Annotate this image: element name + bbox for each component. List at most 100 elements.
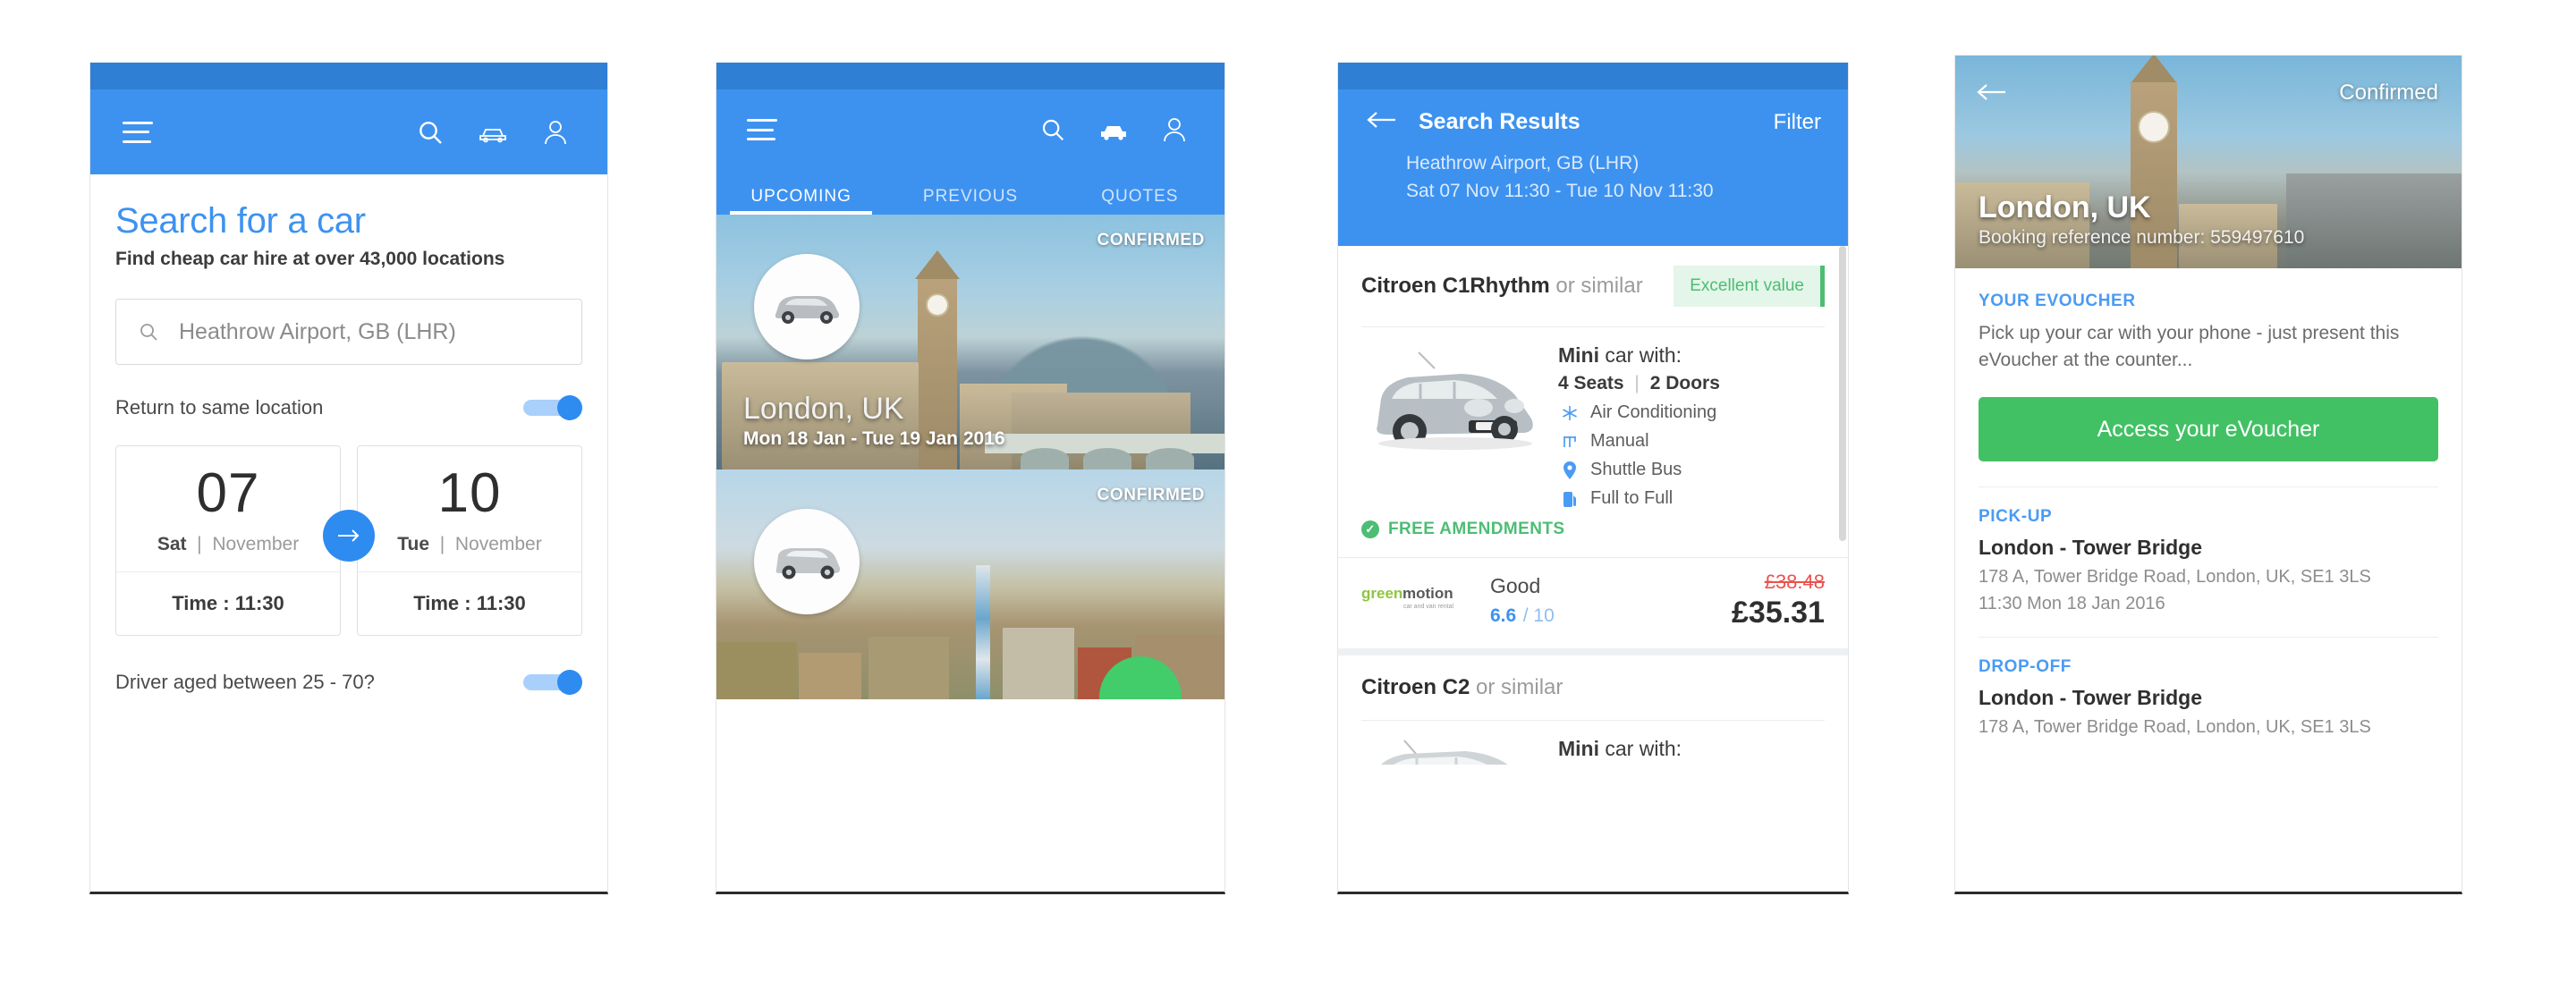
booking-card[interactable]: CONFIRMED bbox=[716, 469, 1224, 699]
van-icon bbox=[775, 548, 841, 579]
gearstick-icon bbox=[1558, 433, 1581, 451]
scrollbar[interactable] bbox=[1839, 246, 1846, 541]
snowflake-icon bbox=[1558, 404, 1581, 422]
car-thumbnail bbox=[754, 254, 860, 359]
car-image bbox=[1377, 351, 1533, 450]
check-icon: ✓ bbox=[1361, 520, 1379, 538]
search-summary: Heathrow Airport, GB (LHR) Sat 07 Nov 11… bbox=[1338, 135, 1848, 205]
search-icon[interactable] bbox=[411, 114, 450, 150]
booking-city-info: London, UK Mon 18 Jan - Tue 19 Jan 2016 bbox=[743, 392, 1005, 450]
driver-age-toggle[interactable] bbox=[523, 670, 582, 695]
pickup-month: November bbox=[212, 534, 300, 554]
rating-score-line: 6.6 / 10 bbox=[1490, 600, 1555, 628]
booking-city: London, UK bbox=[743, 392, 904, 426]
booking-card[interactable]: CONFIRMED London, UK Mon 18 Jan - Tue 19… bbox=[716, 215, 1224, 469]
dropoff-weekday: Tue bbox=[397, 534, 430, 554]
car-specs: Mini car with: 4 Seats | 2 Doors Air Con… bbox=[1549, 343, 1825, 509]
car-photo bbox=[1361, 343, 1549, 509]
page-title: Search for a car bbox=[115, 201, 366, 241]
arrow-left-icon[interactable] bbox=[1975, 82, 2009, 106]
search-location: Heathrow Airport, GB (LHR) bbox=[1406, 153, 1640, 173]
filter-button[interactable]: Filter bbox=[1774, 110, 1821, 135]
tab-previous[interactable]: PREVIOUS bbox=[886, 170, 1055, 215]
greenmotion-logo: green motion car and van rental bbox=[1361, 585, 1453, 610]
dropoff-weekday-month: Tue | November bbox=[358, 534, 581, 555]
tab-upcoming[interactable]: UPCOMING bbox=[716, 170, 886, 215]
supplier-rating: Good 6.6 / 10 bbox=[1490, 574, 1555, 628]
pickup-day: 07 bbox=[196, 462, 260, 524]
car-icon[interactable] bbox=[1094, 112, 1133, 148]
location-value: Heathrow Airport, GB (LHR) bbox=[179, 318, 456, 344]
hamburger-icon[interactable] bbox=[123, 121, 153, 143]
pickup-time[interactable]: Time : 11:30 bbox=[116, 572, 340, 635]
arrow-left-icon[interactable] bbox=[1365, 110, 1399, 134]
booking-city: London, UK bbox=[1979, 190, 2151, 224]
rowhouse-shape bbox=[799, 653, 861, 699]
pickup-section: PICK-UP London - Tower Bridge 178 A, Tow… bbox=[1979, 487, 2438, 617]
spire-shape bbox=[976, 565, 990, 699]
rating-max: / 10 bbox=[1522, 605, 1555, 626]
toggle-knob bbox=[557, 670, 582, 695]
status-bar bbox=[1338, 63, 1848, 89]
dropoff-time[interactable]: Time : 11:30 bbox=[358, 572, 581, 635]
hero-info: London, UK Booking reference number: 559… bbox=[1979, 190, 2304, 249]
fuel-icon bbox=[1558, 489, 1581, 509]
dropoff-separator: | bbox=[434, 534, 451, 554]
page-title: Search Results bbox=[1419, 109, 1580, 134]
results-list[interactable]: Citroen C1Rhythm or similar Excellent va… bbox=[1338, 246, 1848, 765]
result-card[interactable]: Citroen C1Rhythm or similar Excellent va… bbox=[1338, 246, 1848, 655]
car-photo bbox=[1361, 737, 1549, 765]
booking-reference: Booking reference number: 559497610 bbox=[1979, 227, 2305, 248]
account-icon[interactable] bbox=[1155, 112, 1194, 148]
rating-word: Good bbox=[1490, 573, 1541, 597]
pickup-date-top: 07 Sat | November bbox=[116, 446, 340, 571]
app-bar bbox=[90, 89, 607, 174]
booking-dates: Mon 18 Jan - Tue 19 Jan 2016 bbox=[743, 428, 1005, 449]
result-card[interactable]: Citroen C2 or similar Mini car with: bbox=[1338, 655, 1848, 765]
return-same-location-toggle[interactable] bbox=[523, 395, 582, 420]
pickup-weekday: Sat bbox=[157, 534, 187, 554]
status-bar bbox=[716, 63, 1224, 89]
return-same-location-label: Return to same location bbox=[115, 396, 324, 419]
van-thumbnail bbox=[754, 509, 860, 614]
map-pin-icon bbox=[1558, 461, 1581, 480]
car-icon bbox=[775, 296, 840, 324]
status-bar bbox=[90, 63, 607, 89]
dropoff-address: 178 A, Tower Bridge Road, London, UK, SE… bbox=[1979, 717, 2371, 737]
feature-row: Manual bbox=[1558, 431, 1825, 452]
page-subtitle: Find cheap car hire at over 43,000 locat… bbox=[115, 249, 505, 269]
pickup-separator: | bbox=[191, 534, 208, 554]
search-icon[interactable] bbox=[1033, 112, 1072, 148]
dropoff-date-card[interactable]: 10 Tue | November Time : 11:30 bbox=[357, 445, 582, 636]
dropoff-place: London - Tower Bridge bbox=[1979, 686, 2202, 709]
confirmation-body: YOUR EVOUCHER Pick up your car with your… bbox=[1955, 268, 2462, 740]
feature-label: Full to Full bbox=[1590, 488, 1674, 508]
car-icon[interactable] bbox=[473, 114, 513, 150]
car-size-line: Mini car with: bbox=[1558, 737, 1825, 761]
car-size-suffix: car with: bbox=[1605, 343, 1682, 367]
account-icon[interactable] bbox=[536, 114, 575, 150]
evoucher-description: Pick up your car with your phone - just … bbox=[1979, 323, 2400, 370]
screen-search-results: Search Results Filter Heathrow Airport, … bbox=[1337, 63, 1849, 894]
search-form: Search for a car Find cheap car hire at … bbox=[90, 174, 607, 695]
free-amendments: ✓ FREE AMENDMENTS bbox=[1338, 518, 1848, 557]
dropoff-day: 10 bbox=[437, 462, 502, 524]
rowhouse-shape bbox=[1003, 628, 1074, 699]
car-similar: or similar bbox=[1476, 675, 1563, 699]
tab-quotes[interactable]: QUOTES bbox=[1055, 170, 1224, 215]
feature-row: Air Conditioning bbox=[1558, 402, 1825, 423]
pickup-time: 11:30 Mon 18 Jan 2016 bbox=[1979, 594, 2165, 613]
pickup-date-card[interactable]: 07 Sat | November Time : 11:30 bbox=[115, 445, 341, 636]
car-model: Citroen C1Rhythm bbox=[1361, 274, 1550, 298]
car-similar: or similar bbox=[1555, 274, 1643, 298]
supplier-logo: green motion car and van rental bbox=[1361, 583, 1470, 618]
dropoff-section: DROP-OFF London - Tower Bridge 178 A, To… bbox=[1979, 638, 2438, 740]
hamburger-icon[interactable] bbox=[747, 119, 777, 140]
result-body: Mini car with: 4 Seats | 4 Doors bbox=[1338, 721, 1848, 765]
car-image bbox=[1381, 740, 1508, 765]
result-header: Citroen C2 or similar bbox=[1338, 655, 1848, 720]
access-evoucher-button[interactable]: Access your eVoucher bbox=[1979, 397, 2438, 461]
car-name: Citroen C2 or similar bbox=[1361, 675, 1563, 700]
location-search-input[interactable]: Heathrow Airport, GB (LHR) bbox=[115, 299, 582, 365]
screen-search-for-a-car: Search for a car Find cheap car hire at … bbox=[89, 63, 608, 894]
